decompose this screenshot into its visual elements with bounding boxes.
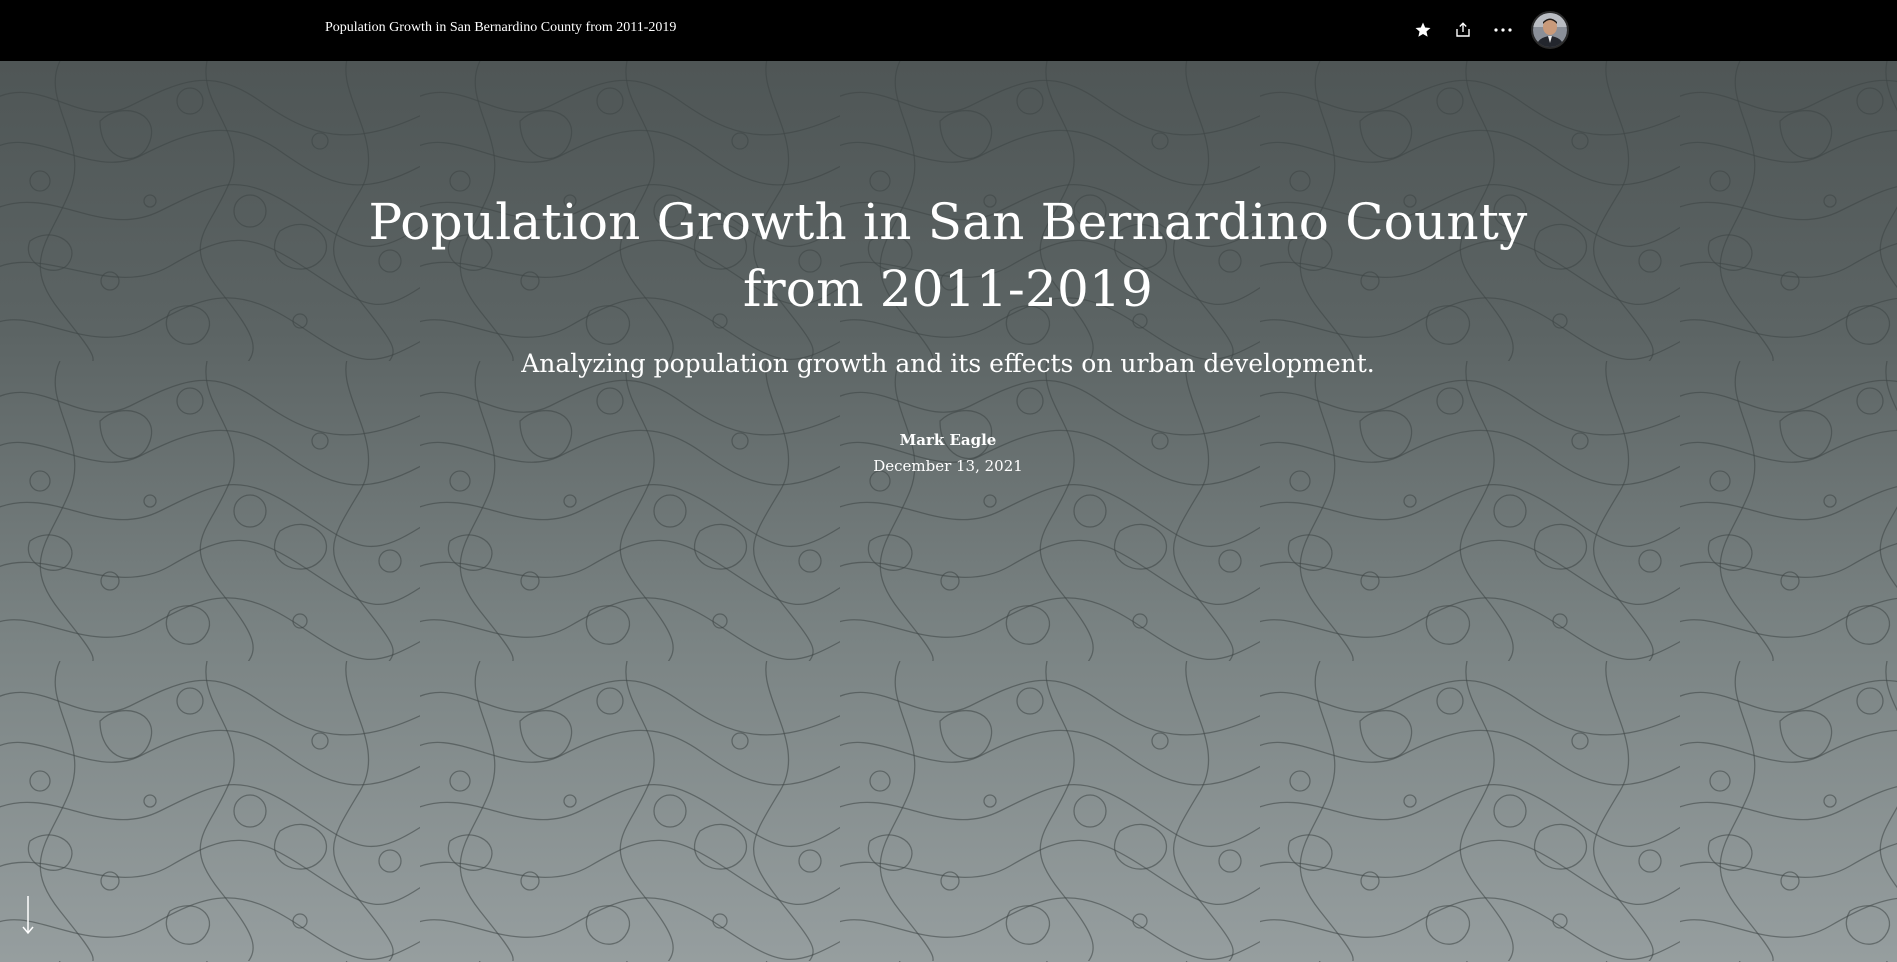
share-icon (1456, 22, 1470, 37)
publish-date: December 13, 2021 (873, 457, 1023, 475)
story-title-line-2: from 2011-2019 (742, 260, 1153, 318)
top-navigation-bar: Population Growth in San Bernardino Coun… (0, 0, 1897, 61)
favorite-button[interactable] (1403, 10, 1443, 50)
more-options-icon (1494, 28, 1512, 32)
story-title-header: Population Growth in San Bernardino Coun… (325, 20, 677, 35)
star-icon (1415, 22, 1431, 37)
more-options-button[interactable] (1483, 10, 1523, 50)
scroll-down-button[interactable] (18, 894, 38, 936)
share-button[interactable] (1443, 10, 1483, 50)
user-avatar[interactable] (1531, 11, 1569, 49)
story-title-line-1: Population Growth in San Bernardino Coun… (368, 193, 1528, 251)
arrow-down-icon (22, 896, 34, 935)
story-subtitle: Analyzing population growth and its effe… (521, 349, 1375, 378)
header-actions (1403, 10, 1569, 50)
avatar-image (1533, 13, 1567, 47)
author-name: Mark Eagle (899, 431, 997, 449)
story-title: Population Growth in San Bernardino Coun… (348, 189, 1548, 323)
hero-cover: Population Growth in San Bernardino Coun… (0, 61, 1897, 962)
